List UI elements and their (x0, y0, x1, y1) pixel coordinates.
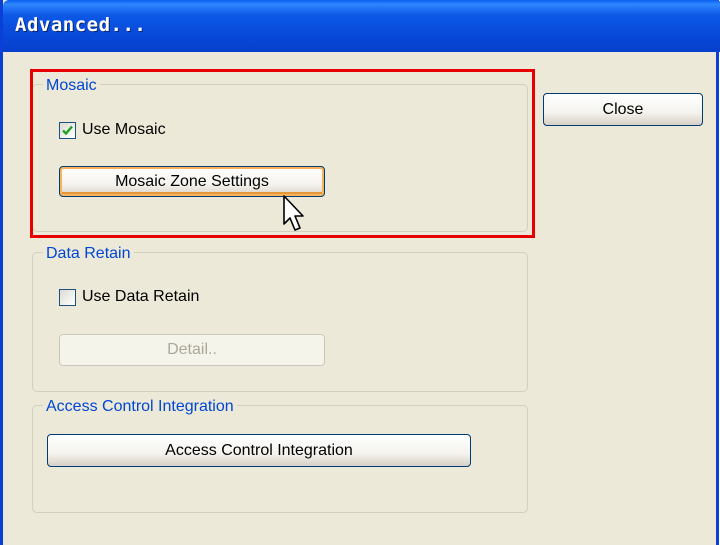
use-data-retain-label: Use Data Retain (82, 288, 200, 305)
access-control-integration-button[interactable]: Access Control Integration (47, 434, 471, 467)
mouse-cursor-icon (283, 195, 304, 231)
detail-button: Detail.. (59, 334, 325, 366)
data-retain-group (32, 252, 528, 392)
data-retain-legend: Data Retain (43, 245, 134, 263)
window-title: Advanced... (15, 14, 147, 36)
access-control-legend: Access Control Integration (43, 398, 237, 416)
title-bar[interactable]: Advanced... (3, 0, 720, 52)
use-data-retain-checkbox[interactable] (59, 288, 76, 306)
use-data-retain-row[interactable]: Use Data Retain (59, 288, 199, 306)
close-button[interactable]: Close (543, 93, 703, 126)
